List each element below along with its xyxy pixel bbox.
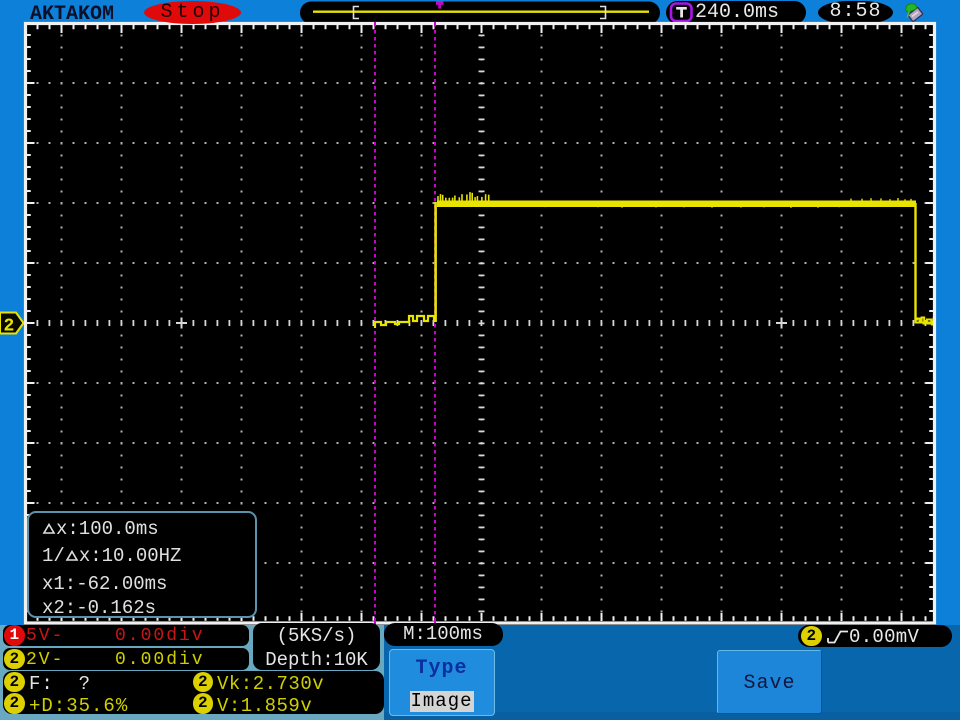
svg-text:2: 2 (4, 317, 15, 337)
